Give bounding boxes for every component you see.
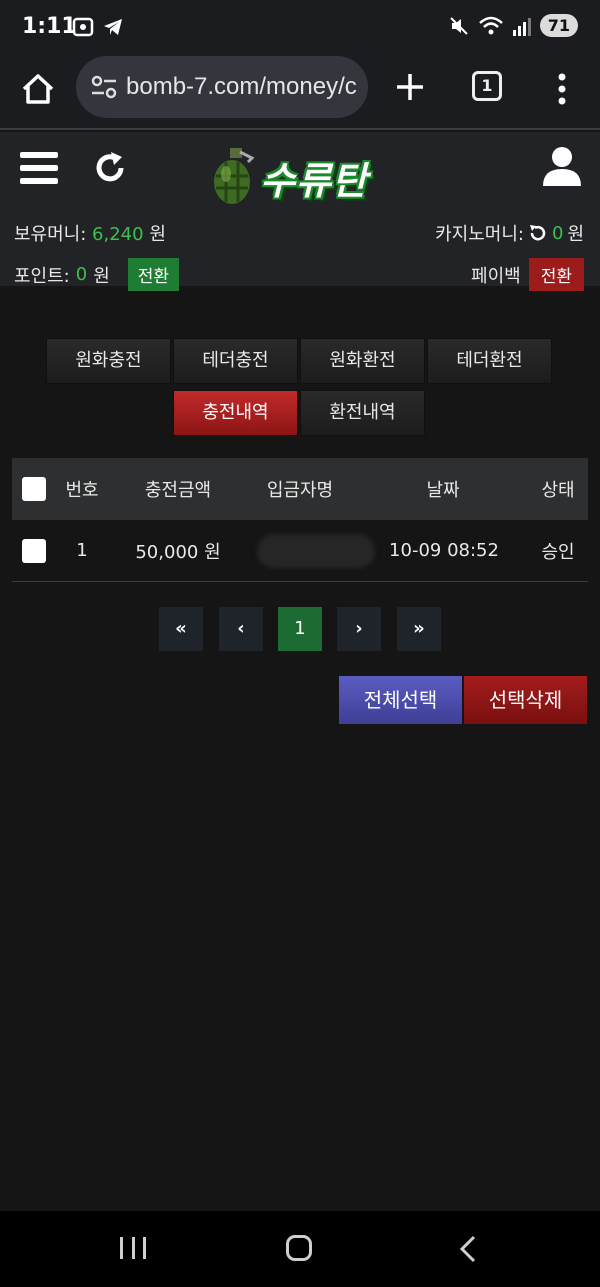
- tab-krw-withdraw[interactable]: 원화환전: [300, 338, 425, 384]
- home-nav-icon[interactable]: [286, 1235, 312, 1261]
- last-page-button[interactable]: »: [397, 607, 441, 651]
- table-header: 번호 충전금액 입금자명 날짜 상태: [12, 458, 588, 520]
- payback-label: 페이백: [471, 265, 521, 287]
- user-profile-icon[interactable]: [540, 144, 584, 188]
- tab-tether-withdraw[interactable]: 테더환전: [427, 338, 552, 384]
- site-logo[interactable]: 수류탄: [206, 144, 396, 208]
- system-nav-bar: [0, 1211, 600, 1287]
- row-amount: 50,000 원: [135, 541, 221, 563]
- delete-selected-button[interactable]: 선택삭제: [464, 676, 587, 724]
- row-date: 10-09 08:52: [389, 540, 499, 561]
- tab-deposit-history[interactable]: 충전내역: [173, 390, 298, 436]
- logo-text: 수류탄: [260, 159, 368, 203]
- header-status: 상태: [541, 480, 575, 501]
- next-page-button[interactable]: ›: [337, 607, 381, 651]
- point-label: 포인트:: [14, 265, 70, 287]
- prev-page-button[interactable]: ‹: [219, 607, 263, 651]
- mute-icon: [450, 16, 468, 35]
- url-text: bomb-7.com/money/c: [126, 73, 357, 100]
- casino-money: 카지노머니: 0 원: [435, 220, 584, 246]
- row-no: 1: [76, 540, 88, 561]
- first-page-button[interactable]: «: [159, 607, 203, 651]
- browser-toolbar: bomb-7.com/money/c 1: [0, 56, 600, 130]
- refresh-icon[interactable]: [92, 150, 128, 186]
- casino-refresh-icon[interactable]: [528, 223, 548, 243]
- wifi-icon: [478, 16, 503, 34]
- screenshot-icon: [72, 17, 94, 37]
- money-value: 6,240: [92, 224, 144, 245]
- table-row: 1 50,000 원 10-09 08:52 승인: [12, 520, 588, 582]
- more-menu-icon[interactable]: [550, 69, 574, 109]
- header-amount: 충전금액: [144, 480, 212, 501]
- page-1-button[interactable]: 1: [278, 607, 322, 651]
- deposit-history-table: 번호 충전금액 입금자명 날짜 상태 1 50,000 원 10-09 08:5…: [12, 458, 588, 582]
- casino-money-label: 카지노머니:: [435, 224, 524, 245]
- address-bar[interactable]: bomb-7.com/money/c: [76, 56, 368, 118]
- pagination: « ‹ 1 › »: [0, 607, 600, 651]
- new-tab-icon[interactable]: [392, 67, 428, 107]
- tab-switcher-button[interactable]: 1: [472, 71, 502, 101]
- payback: 페이백 전환: [471, 258, 584, 291]
- grenade-icon: [214, 148, 255, 204]
- casino-money-unit: 원: [567, 224, 584, 245]
- point-convert-button[interactable]: 전환: [127, 258, 180, 291]
- casino-money-value: 0: [551, 222, 564, 244]
- row-checkbox[interactable]: [22, 538, 46, 563]
- telegram-icon: [104, 19, 122, 35]
- signal-icon: [512, 17, 531, 36]
- tab-tether-deposit[interactable]: 테더충전: [173, 338, 298, 384]
- held-money: 보유머니: 6,240 원: [14, 220, 166, 246]
- recents-icon[interactable]: [120, 1237, 146, 1259]
- point-value: 0: [75, 264, 88, 285]
- tab-krw-deposit[interactable]: 원화충전: [46, 338, 171, 384]
- hamburger-menu-icon[interactable]: [20, 152, 58, 186]
- points: 포인트: 0 원 전환: [14, 258, 180, 291]
- select-all-checkbox[interactable]: [22, 477, 46, 501]
- back-icon[interactable]: [458, 1235, 478, 1263]
- home-icon[interactable]: [18, 69, 58, 109]
- money-unit: 원: [149, 224, 166, 245]
- status-time: 1:11: [22, 14, 77, 39]
- header-depositor: 입금자명: [266, 480, 334, 501]
- site-settings-icon[interactable]: [90, 73, 118, 101]
- payback-convert-button[interactable]: 전환: [528, 258, 584, 291]
- status-bar: 1:11 71: [0, 0, 600, 56]
- money-label: 보유머니:: [14, 224, 87, 245]
- point-unit: 원: [93, 265, 110, 287]
- row-depositor-redacted: [257, 534, 375, 568]
- header-date: 날짜: [426, 480, 460, 501]
- tab-withdraw-history[interactable]: 환전내역: [300, 390, 425, 436]
- row-status: 승인: [541, 541, 575, 563]
- battery-indicator: 71: [539, 14, 578, 37]
- site-header: 수류탄 보유머니: 6,240 원 카지노머니: 0 원 포인트: 0 원 전환…: [0, 132, 600, 291]
- header-no: 번호: [65, 480, 99, 501]
- select-all-button[interactable]: 전체선택: [339, 676, 462, 724]
